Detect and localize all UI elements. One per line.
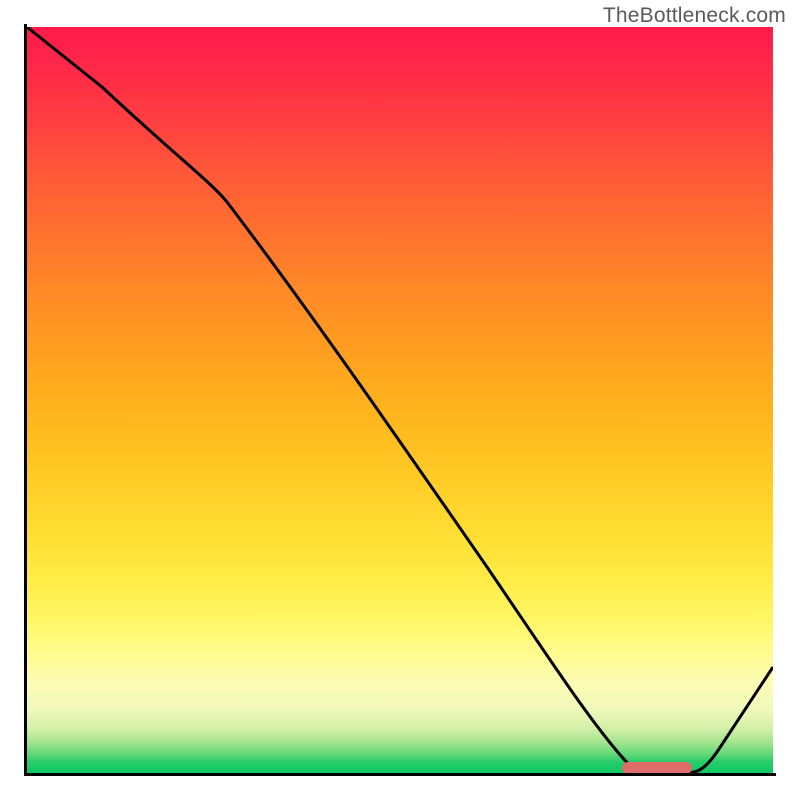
y-axis-line bbox=[24, 24, 27, 776]
watermark-text: TheBottleneck.com bbox=[603, 4, 786, 28]
bottleneck-curve-path bbox=[27, 27, 773, 773]
x-axis-line bbox=[24, 773, 776, 776]
chart-curve-svg bbox=[27, 27, 773, 773]
chart-plot-area bbox=[27, 27, 773, 773]
